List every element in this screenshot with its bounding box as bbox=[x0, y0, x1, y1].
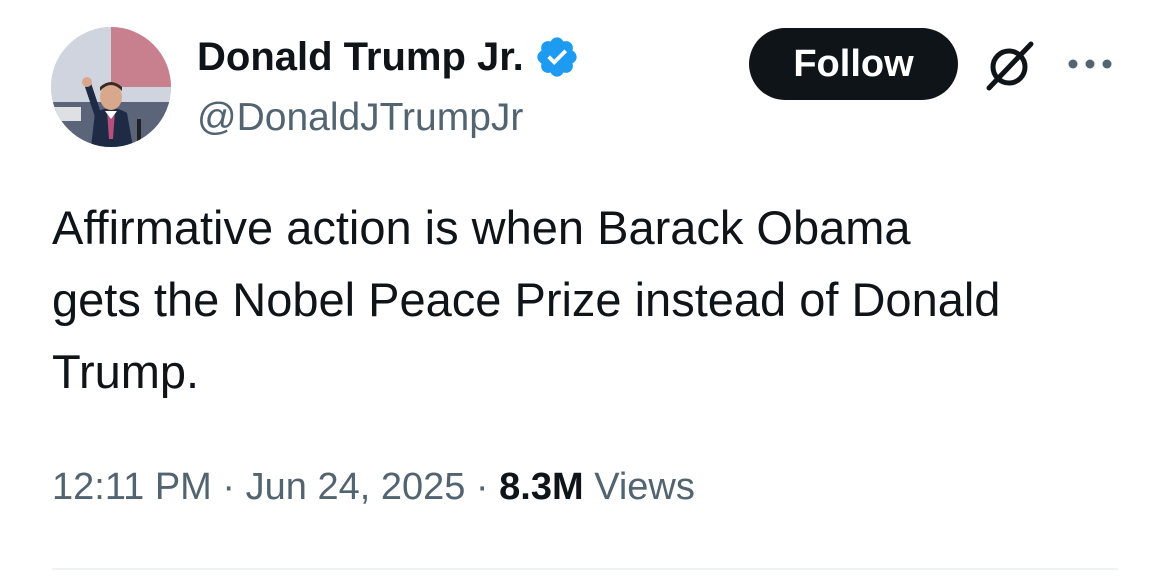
tweet-text: Affirmative action is when Barack Obama … bbox=[52, 201, 1001, 398]
avatar[interactable] bbox=[51, 27, 171, 147]
views-label: Views bbox=[583, 466, 695, 508]
meta-separator: · bbox=[211, 466, 246, 508]
display-name-text[interactable]: Donald Trump Jr. bbox=[197, 33, 524, 81]
profile-photo bbox=[51, 27, 171, 147]
meta-separator: · bbox=[465, 466, 500, 508]
tweet-date[interactable]: Jun 24, 2025 bbox=[246, 466, 466, 508]
tweet-meta: 12:11 PM · Jun 24, 2025 · 8.3M Views bbox=[52, 462, 695, 512]
grok-icon[interactable] bbox=[981, 40, 1039, 92]
display-name[interactable]: Donald Trump Jr. bbox=[197, 33, 580, 81]
verified-badge-icon[interactable] bbox=[534, 34, 580, 80]
follow-button[interactable]: Follow bbox=[749, 28, 958, 100]
tweet-time[interactable]: 12:11 PM bbox=[52, 466, 212, 508]
author-handle[interactable]: @DonaldJTrumpJr bbox=[197, 95, 523, 141]
more-options-icon[interactable] bbox=[1066, 54, 1114, 74]
divider bbox=[52, 568, 1118, 570]
views-count: 8.3M bbox=[499, 466, 584, 508]
